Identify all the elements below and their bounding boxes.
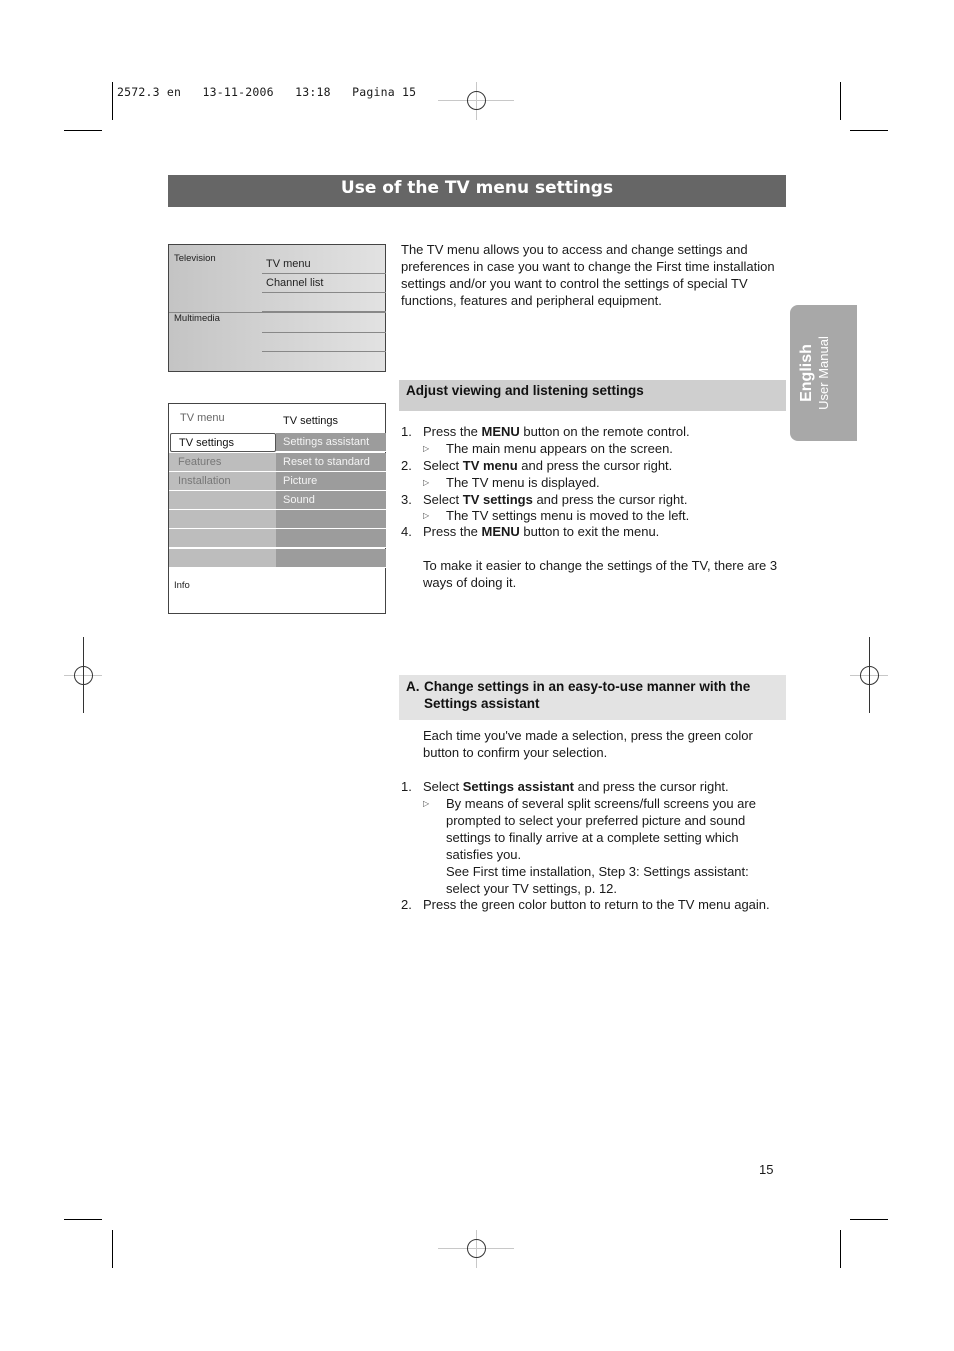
note-paragraph: To make it easier to change the settings…	[423, 558, 778, 590]
menu-item-tv-menu: TV menu	[262, 255, 386, 274]
menu-item-empty	[169, 510, 276, 529]
intro-paragraph: The TV menu allows you to access and cha…	[401, 242, 775, 308]
print-slug: 2572.3 en 13-11-2006 13:18 Pagina 15	[117, 85, 417, 99]
menu-item-channel-list: Channel list	[262, 274, 386, 293]
menu-item-empty	[169, 491, 276, 510]
menu-item-settings-assistant: Settings assistant	[276, 433, 386, 452]
crop-mark	[112, 1230, 113, 1268]
menu-item-sound: Sound	[276, 491, 386, 510]
section-intro: Each time you've made a selection, press…	[423, 728, 753, 760]
section-heading-settings-assistant: A. Change settings in an easy-to-use man…	[399, 675, 786, 720]
menu-item-picture: Picture	[276, 472, 386, 491]
crop-mark	[64, 1219, 102, 1220]
crop-mark	[840, 1230, 841, 1268]
tv-menu-header: TV menu	[180, 412, 225, 424]
crop-mark	[840, 82, 841, 120]
menu-item-empty	[262, 293, 386, 312]
crop-mark	[112, 82, 113, 120]
triangle-right-outline-icon: ▷	[423, 799, 430, 808]
menu-item-tv-settings-selected: TV settings	[170, 433, 276, 452]
menu-label-television: Television	[174, 253, 216, 264]
tv-menu-screenshot: TV menu TV settings TV settings Features…	[168, 403, 386, 614]
info-label: Info	[174, 580, 190, 591]
menu-item-empty	[262, 314, 386, 333]
crop-mark	[850, 1219, 888, 1220]
menu-item-features: Features	[169, 453, 276, 472]
menu-divider	[169, 312, 386, 313]
language-label: English	[798, 344, 815, 402]
menu-item-empty	[276, 510, 386, 529]
menu-item-empty	[276, 529, 386, 548]
menu-item-empty	[169, 549, 276, 568]
main-menu-screenshot: Television Multimedia TV menu Channel li…	[168, 244, 386, 372]
crop-mark	[850, 130, 888, 131]
triangle-right-outline-icon: ▷	[423, 511, 430, 520]
triangle-right-outline-icon: ▷	[423, 478, 430, 487]
crop-mark	[64, 130, 102, 131]
manual-label: User Manual	[816, 336, 831, 410]
triangle-right-outline-icon: ▷	[423, 444, 430, 453]
menu-item-installation: Installation	[169, 472, 276, 491]
page-title: Use of the TV menu settings	[168, 175, 786, 207]
menu-item-reset-to-standard: Reset to standard	[276, 453, 386, 472]
section-heading-adjust-settings: Adjust viewing and listening settings	[399, 380, 786, 411]
menu-item-empty	[169, 529, 276, 548]
menu-label-multimedia: Multimedia	[174, 313, 220, 324]
menu-item-empty	[276, 549, 386, 568]
tv-settings-header: TV settings	[283, 415, 339, 427]
language-tab: English User Manual	[790, 305, 857, 441]
menu-item-empty	[262, 333, 386, 352]
page-number: 15	[759, 1162, 774, 1177]
